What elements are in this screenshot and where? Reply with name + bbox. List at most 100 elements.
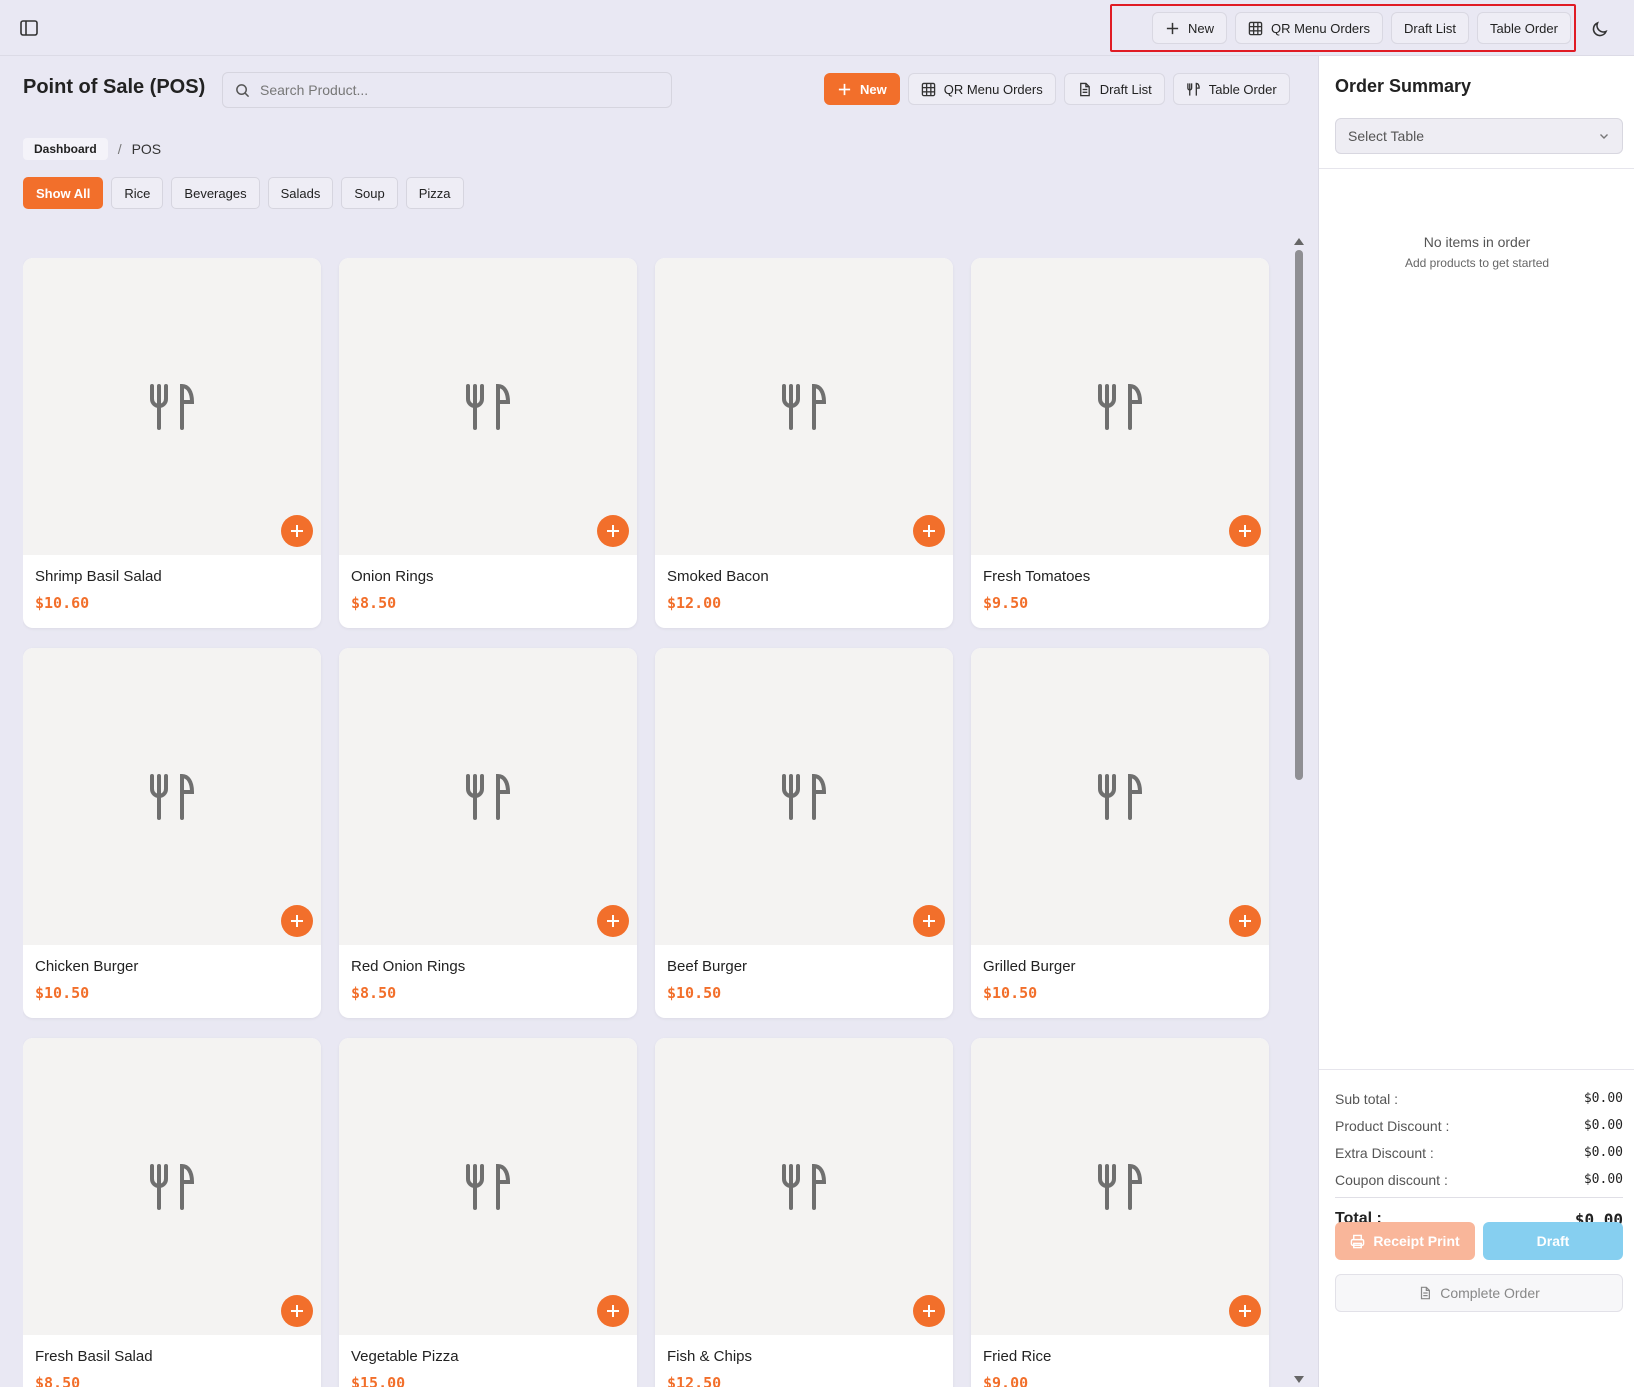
sidebar-toggle-icon[interactable]	[20, 20, 38, 36]
subtotal-value: $0.00	[1583, 1091, 1623, 1106]
order-totals: Sub total : $0.00 Product Discount : $0.…	[1335, 1085, 1623, 1234]
product-card[interactable]: Fresh Basil Salad $8.50	[23, 1038, 321, 1387]
category-salads[interactable]: Salads	[267, 177, 334, 209]
plus-icon	[291, 1305, 303, 1317]
product-image-placeholder	[971, 648, 1269, 945]
product-card[interactable]: Onion Rings $8.50	[339, 258, 637, 628]
empty-order-title: No items in order	[1423, 234, 1531, 250]
product-price: $8.50	[351, 594, 397, 612]
select-table-dropdown[interactable]: Select Table	[1335, 118, 1623, 154]
receipt-print-button[interactable]: Receipt Print	[1335, 1222, 1475, 1260]
header-actions: New QR Menu Orders Draft List Table Orde…	[824, 73, 1290, 105]
top-new-button[interactable]: New	[1152, 12, 1228, 44]
category-rice[interactable]: Rice	[111, 177, 164, 209]
product-price: $8.50	[351, 984, 397, 1002]
coupon-discount-label: Coupon discount :	[1335, 1171, 1448, 1188]
utensils-icon	[466, 383, 511, 430]
complete-order-button[interactable]: Complete Order	[1335, 1274, 1623, 1312]
product-card[interactable]: Grilled Burger $10.50	[971, 648, 1269, 1018]
add-to-order-button[interactable]	[597, 515, 629, 547]
product-discount-value: $0.00	[1583, 1118, 1623, 1133]
top-draft-list-button[interactable]: Draft List	[1391, 12, 1470, 44]
product-image-placeholder	[655, 258, 953, 555]
order-action-row: Receipt Print Draft	[1335, 1222, 1623, 1260]
product-name: Fried Rice	[983, 1348, 1052, 1365]
product-card[interactable]: Red Onion Rings $8.50	[339, 648, 637, 1018]
product-price: $10.50	[667, 984, 722, 1002]
add-to-order-button[interactable]	[913, 1295, 945, 1327]
category-beverages[interactable]: Beverages	[171, 177, 260, 209]
product-grid-viewport: Shrimp Basil Salad $10.60 Onion Rings $8.50…	[23, 258, 1273, 1387]
document-icon	[1079, 82, 1090, 96]
top-actions-group: New QR Menu Orders Draft List Table Orde…	[1110, 4, 1576, 52]
draft-button-label: Draft	[1536, 1233, 1570, 1249]
search-input[interactable]	[260, 82, 640, 98]
new-button[interactable]: New	[824, 73, 900, 105]
product-card[interactable]: Chicken Burger $10.50	[23, 648, 321, 1018]
product-image-placeholder	[655, 1038, 953, 1335]
add-to-order-button[interactable]	[281, 905, 313, 937]
scroll-down-arrow[interactable]	[1294, 1376, 1304, 1383]
scroll-up-arrow[interactable]	[1294, 238, 1304, 245]
plus-icon	[607, 915, 619, 927]
coupon-discount-value: $0.00	[1583, 1172, 1623, 1187]
product-price: $10.60	[35, 594, 90, 612]
new-label: New	[860, 81, 887, 97]
product-card[interactable]: Vegetable Pizza $15.00	[339, 1038, 637, 1387]
add-to-order-button[interactable]	[913, 905, 945, 937]
add-to-order-button[interactable]	[281, 1295, 313, 1327]
plus-icon	[291, 525, 303, 537]
plus-icon	[291, 915, 303, 927]
scrollbar[interactable]	[1293, 234, 1305, 1387]
draft-button[interactable]: Draft	[1483, 1222, 1623, 1260]
product-image-placeholder	[339, 648, 637, 945]
category-pizza[interactable]: Pizza	[405, 177, 464, 209]
utensils-icon	[150, 1163, 195, 1210]
product-price: $8.50	[35, 1374, 81, 1387]
product-card[interactable]: Shrimp Basil Salad $10.60	[23, 258, 321, 628]
add-to-order-button[interactable]	[597, 905, 629, 937]
add-to-order-button[interactable]	[1229, 1295, 1261, 1327]
qr-menu-orders-button[interactable]: QR Menu Orders	[907, 73, 1056, 105]
utensils-icon	[1186, 82, 1200, 96]
product-card[interactable]: Fresh Tomatoes $9.50	[971, 258, 1269, 628]
add-to-order-button[interactable]	[1229, 905, 1261, 937]
product-image-placeholder	[655, 648, 953, 945]
grid-icon	[921, 82, 935, 96]
plus-icon	[1239, 525, 1251, 537]
product-card[interactable]: Smoked Bacon $12.00	[655, 258, 953, 628]
table-order-button[interactable]: Table Order	[1172, 73, 1290, 105]
top-qr-menu-orders-button[interactable]: QR Menu Orders	[1235, 12, 1383, 44]
category-show-all[interactable]: Show All	[23, 177, 104, 209]
plus-icon	[1239, 1305, 1251, 1317]
product-card[interactable]: Beef Burger $10.50	[655, 648, 953, 1018]
top-table-order-button[interactable]: Table Order	[1477, 12, 1571, 44]
product-image-placeholder	[971, 1038, 1269, 1335]
product-card[interactable]: Fried Rice $9.00	[971, 1038, 1269, 1387]
category-soup[interactable]: Soup	[341, 177, 398, 209]
product-discount-label: Product Discount :	[1335, 1117, 1450, 1134]
utensils-icon	[466, 773, 511, 820]
plus-icon	[838, 83, 851, 95]
moon-icon[interactable]	[1591, 20, 1609, 38]
main-area: Point of Sale (POS) New QR Menu Orders D…	[0, 56, 1318, 1387]
add-to-order-button[interactable]	[281, 515, 313, 547]
utensils-icon	[466, 1163, 511, 1210]
empty-order-subtitle: Add products to get started	[1404, 256, 1550, 270]
product-name: Beef Burger	[667, 958, 748, 975]
chevron-down-icon	[1600, 134, 1608, 139]
breadcrumb-current: POS	[131, 141, 162, 157]
search-box[interactable]	[222, 72, 672, 108]
product-card[interactable]: Fish & Chips $12.50	[655, 1038, 953, 1387]
add-to-order-button[interactable]	[1229, 515, 1261, 547]
add-to-order-button[interactable]	[913, 515, 945, 547]
plus-icon	[923, 525, 935, 537]
add-to-order-button[interactable]	[597, 1295, 629, 1327]
product-name: Smoked Bacon	[667, 568, 769, 585]
product-grid: Shrimp Basil Salad $10.60 Onion Rings $8.50…	[23, 258, 1273, 1387]
scrollbar-thumb[interactable]	[1295, 250, 1303, 780]
breadcrumb-dashboard[interactable]: Dashboard	[23, 138, 108, 160]
draft-list-button[interactable]: Draft List	[1063, 73, 1165, 105]
product-image-placeholder	[23, 258, 321, 555]
product-name: Fish & Chips	[667, 1348, 753, 1365]
